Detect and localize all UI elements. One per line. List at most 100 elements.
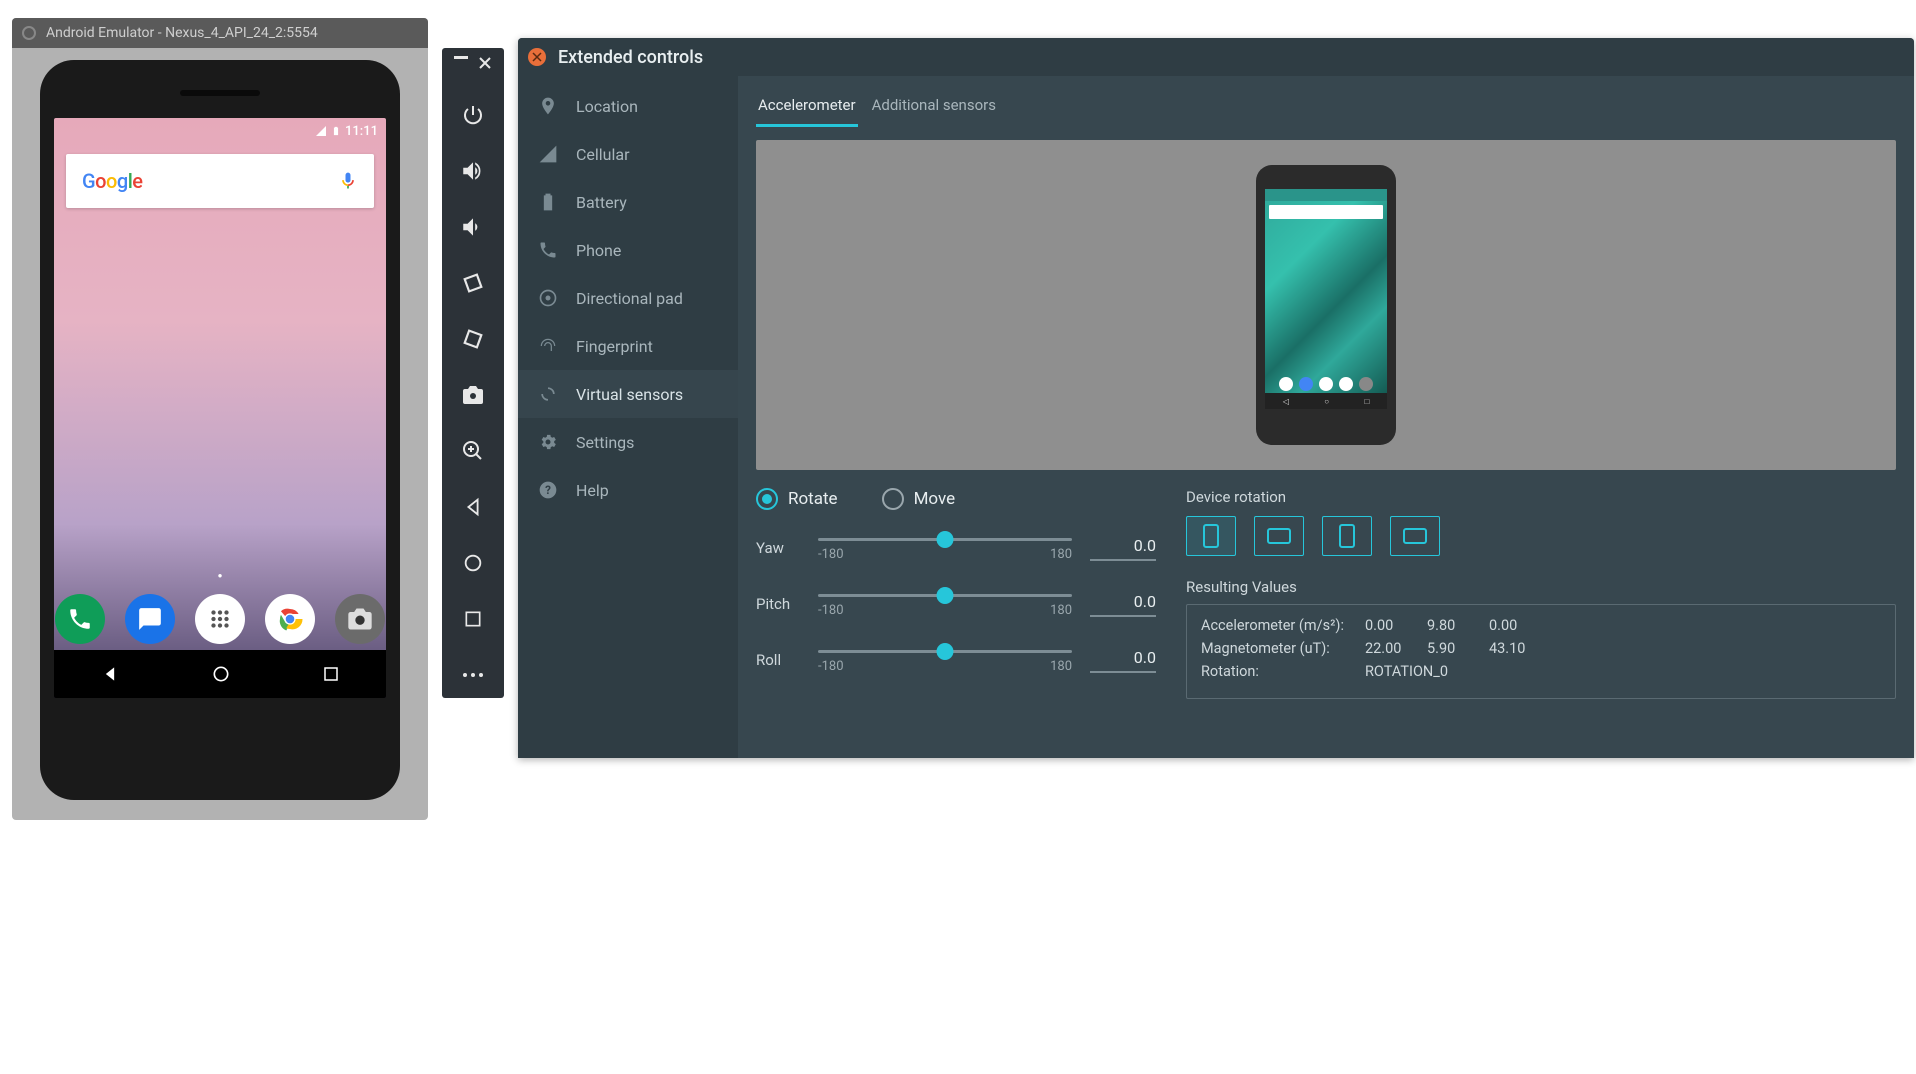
emulator-titlebar: Android Emulator - Nexus_4_API_24_2:5554 xyxy=(12,18,428,48)
emulator-title: Android Emulator - Nexus_4_API_24_2:5554 xyxy=(46,25,318,41)
sidebar-label: Virtual sensors xyxy=(576,385,683,404)
sidebar-item-location[interactable]: Location xyxy=(518,82,738,130)
rotation-landscape-right-icon[interactable] xyxy=(1390,516,1440,556)
rotate-right-icon[interactable] xyxy=(458,324,488,354)
overview-icon[interactable] xyxy=(458,604,488,634)
pitch-thumb[interactable] xyxy=(937,587,954,604)
sidebar-label: Help xyxy=(576,481,609,500)
home-icon[interactable] xyxy=(458,548,488,578)
radio-move-label: Move xyxy=(914,489,956,509)
roll-max: 180 xyxy=(1050,659,1072,674)
nav-recent-icon[interactable] xyxy=(322,665,340,683)
volume-down-icon[interactable] xyxy=(458,212,488,242)
back-icon[interactable] xyxy=(458,492,488,522)
roll-label: Roll xyxy=(756,651,800,669)
roll-track[interactable] xyxy=(818,650,1072,653)
emulator-window: Android Emulator - Nexus_4_API_24_2:5554… xyxy=(12,18,428,820)
extended-controls-window: Extended controls Location Cellular Batt… xyxy=(518,38,1914,758)
apps-drawer-icon[interactable] xyxy=(195,594,245,644)
rotation-buttons xyxy=(1186,516,1896,556)
radio-rotate[interactable]: Rotate xyxy=(756,488,838,510)
slider-roll: Roll -180 180 0.0 xyxy=(756,646,1156,674)
roll-thumb[interactable] xyxy=(937,643,954,660)
sidebar-item-battery[interactable]: Battery xyxy=(518,178,738,226)
chrome-app-icon[interactable] xyxy=(265,594,315,644)
zoom-icon[interactable] xyxy=(458,436,488,466)
sidebar-label: Phone xyxy=(576,241,621,260)
roll-min: -180 xyxy=(818,659,844,674)
sidebar-item-settings[interactable]: Settings xyxy=(518,418,738,466)
yaw-track[interactable] xyxy=(818,538,1072,541)
sidebar-item-help[interactable]: ? Help xyxy=(518,466,738,514)
sidebar-item-virtual-sensors[interactable]: Virtual sensors xyxy=(518,370,738,418)
pitch-value[interactable]: 0.0 xyxy=(1090,592,1156,617)
svg-text:?: ? xyxy=(545,483,551,497)
ext-title: Extended controls xyxy=(558,47,703,68)
accel-label: Accelerometer (m/s²): xyxy=(1201,617,1351,634)
volume-up-icon[interactable] xyxy=(458,156,488,186)
power-icon[interactable] xyxy=(458,100,488,130)
slider-yaw: Yaw -180180 0.0 xyxy=(756,534,1156,562)
tabs: Accelerometer Additional sensors xyxy=(756,90,1896,128)
pitch-max: 180 xyxy=(1050,603,1072,618)
nav-home-icon[interactable] xyxy=(211,664,231,684)
pitch-label: Pitch xyxy=(756,595,800,613)
phone-speaker xyxy=(180,90,260,96)
rotation-value: ROTATION_0 xyxy=(1365,663,1881,680)
sidebar-item-dpad[interactable]: Directional pad xyxy=(518,274,738,322)
device-preview[interactable]: ◁○□ xyxy=(756,140,1896,470)
close-icon[interactable] xyxy=(528,48,546,66)
ext-titlebar: Extended controls xyxy=(518,38,1914,76)
signal-icon xyxy=(315,125,327,137)
phone-frame: 11:11 Google ● xyxy=(40,60,400,800)
phone-screen[interactable]: 11:11 Google ● xyxy=(54,118,386,698)
device-rotation-label: Device rotation xyxy=(1186,488,1896,506)
yaw-label: Yaw xyxy=(756,539,800,557)
sidebar-item-phone[interactable]: Phone xyxy=(518,226,738,274)
accel-y: 9.80 xyxy=(1427,617,1475,634)
more-icon[interactable] xyxy=(458,660,488,690)
rotation-portrait-icon[interactable] xyxy=(1186,516,1236,556)
sidebar-label: Location xyxy=(576,97,638,116)
phone-app-icon[interactable] xyxy=(55,594,105,644)
pitch-min: -180 xyxy=(818,603,844,618)
mag-y: 5.90 xyxy=(1427,640,1475,657)
status-time: 11:11 xyxy=(345,124,378,139)
page-indicator: ● xyxy=(218,571,223,580)
yaw-thumb[interactable] xyxy=(937,531,954,548)
screenshot-icon[interactable] xyxy=(458,380,488,410)
rotation-portrait-reverse-icon[interactable] xyxy=(1322,516,1372,556)
search-widget[interactable]: Google xyxy=(66,154,374,208)
minimize-icon[interactable] xyxy=(454,56,468,60)
yaw-min: -180 xyxy=(818,547,844,562)
radio-move[interactable]: Move xyxy=(882,488,956,510)
dock xyxy=(54,594,386,644)
pitch-track[interactable] xyxy=(818,594,1072,597)
sidebar-item-fingerprint[interactable]: Fingerprint xyxy=(518,322,738,370)
close-icon[interactable] xyxy=(478,56,492,70)
window-menu-icon[interactable] xyxy=(22,26,36,40)
tab-accelerometer[interactable]: Accelerometer xyxy=(756,90,858,127)
mini-phone: ◁○□ xyxy=(1256,165,1396,445)
sidebar-label: Cellular xyxy=(576,145,630,164)
messages-app-icon[interactable] xyxy=(125,594,175,644)
ext-sidebar: Location Cellular Battery Phone Directio… xyxy=(518,76,738,758)
slider-pitch: Pitch -180 180 0.0 xyxy=(756,590,1156,618)
ext-main: Accelerometer Additional sensors ◁○□ Ro xyxy=(738,76,1914,758)
sidebar-item-cellular[interactable]: Cellular xyxy=(518,130,738,178)
resulting-values-box: Accelerometer (m/s²): 0.00 9.80 0.00 Mag… xyxy=(1186,604,1896,699)
camera-app-icon[interactable] xyxy=(335,594,385,644)
mic-icon[interactable] xyxy=(338,169,358,193)
roll-value[interactable]: 0.0 xyxy=(1090,648,1156,673)
nav-bar xyxy=(54,650,386,698)
tab-additional-sensors[interactable]: Additional sensors xyxy=(870,90,998,127)
mode-radio-group: Rotate Move xyxy=(756,488,1156,510)
rotation-landscape-left-icon[interactable] xyxy=(1254,516,1304,556)
rotate-left-icon[interactable] xyxy=(458,268,488,298)
yaw-value[interactable]: 0.0 xyxy=(1090,536,1156,561)
emulator-toolbar xyxy=(442,48,504,698)
mag-label: Magnetometer (uT): xyxy=(1201,640,1351,657)
sidebar-label: Fingerprint xyxy=(576,337,653,356)
status-bar: 11:11 xyxy=(307,118,386,144)
nav-back-icon[interactable] xyxy=(100,664,120,684)
